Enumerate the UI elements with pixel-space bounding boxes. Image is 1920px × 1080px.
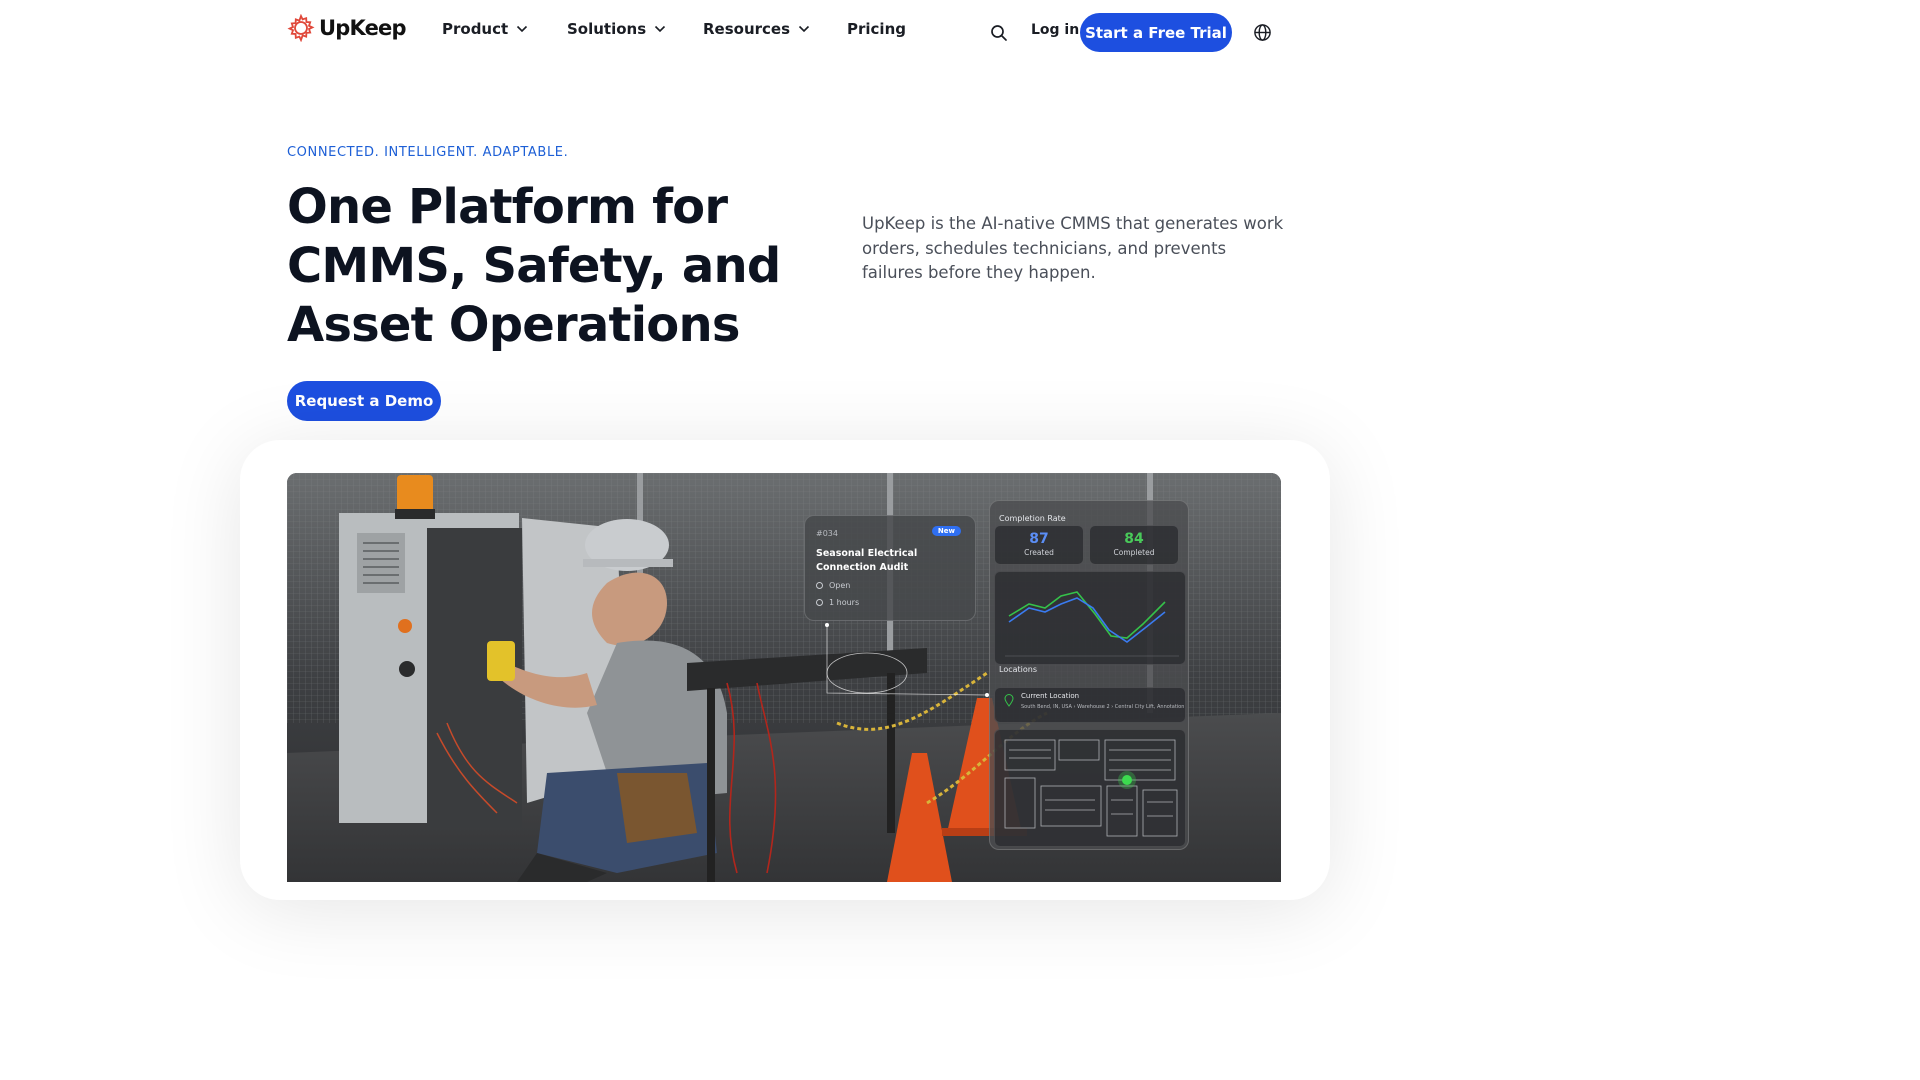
new-badge: New [931,526,961,536]
completed-label: Completed [1113,548,1155,557]
work-order-title: Seasonal Electrical Connection Audit [816,548,918,573]
hero-eyebrow: CONNECTED. INTELLIGENT. ADAPTABLE. [287,145,569,160]
hero-subcopy: UpKeep is the AI-native CMMS that genera… [862,214,1284,282]
start-free-trial-button[interactable]: Start a Free Trial [1080,13,1232,52]
top-navigation: UpKeep Product Solutions Resources Prici… [0,0,1568,64]
work-order-card: #034 New Seasonal Electrical Connection … [804,515,976,621]
created-stat: 87 Created [994,525,1084,565]
status-text: Open [829,581,851,590]
chevron-down-icon [798,25,810,33]
nav-item-resources[interactable]: Resources [703,20,847,38]
upkeep-logo-icon [287,14,315,42]
search-icon[interactable] [990,24,1008,42]
completion-rate-label: Completion Rate [999,514,1066,523]
status-circle-icon [816,582,823,589]
created-value: 87 [1029,531,1049,547]
nav-item-product[interactable]: Product [442,20,567,38]
current-location-title: Current Location [1021,692,1080,700]
duration-text: 1 hours [829,598,860,607]
globe-icon[interactable] [1253,23,1272,42]
current-location-path: South Bend, IN, USA › Warehouse 2 › Cent… [1021,704,1185,710]
trend-lines [1005,591,1179,657]
work-order-id: #034 [816,529,838,538]
work-order-status: Open [816,581,850,590]
chevron-down-icon [517,25,528,33]
nav-item-label: Solutions [567,20,647,38]
trend-chart [994,571,1186,665]
chevron-down-icon [655,25,666,33]
locations-label: Locations [999,665,1038,674]
created-label: Created [1024,548,1054,557]
work-order-duration: 1 hours [816,598,859,607]
nav-item-label: Resources [703,20,791,38]
nav-item-label: Product [442,20,509,38]
login-link[interactable]: Log in [1031,22,1079,38]
main-menu: Product Solutions Resources Pricing [442,20,906,38]
map-pin-icon [1004,694,1014,707]
stats-panel: Completion Rate 87 Created 84 Completed … [989,500,1189,850]
nav-item-label: Pricing [847,20,906,38]
nav-item-solutions[interactable]: Solutions [567,20,703,38]
upkeep-logo[interactable]: UpKeep [287,14,407,42]
completed-value: 84 [1124,531,1144,547]
logo-text: UpKeep [319,16,407,40]
completed-stat: 84 Completed [1089,525,1179,565]
floor-plan-drawing [1004,739,1178,837]
clock-icon [816,599,823,606]
hero-headline: One Platform for CMMS, Safety, and Asset… [287,179,781,353]
request-demo-button[interactable]: Request a Demo [287,381,441,421]
hero-image: #034 New Seasonal Electrical Connection … [287,473,1281,882]
current-location-box: Current Location South Bend, IN, USA › W… [994,687,1186,723]
nav-item-pricing[interactable]: Pricing [847,20,906,38]
floor-plan-map [994,729,1186,847]
